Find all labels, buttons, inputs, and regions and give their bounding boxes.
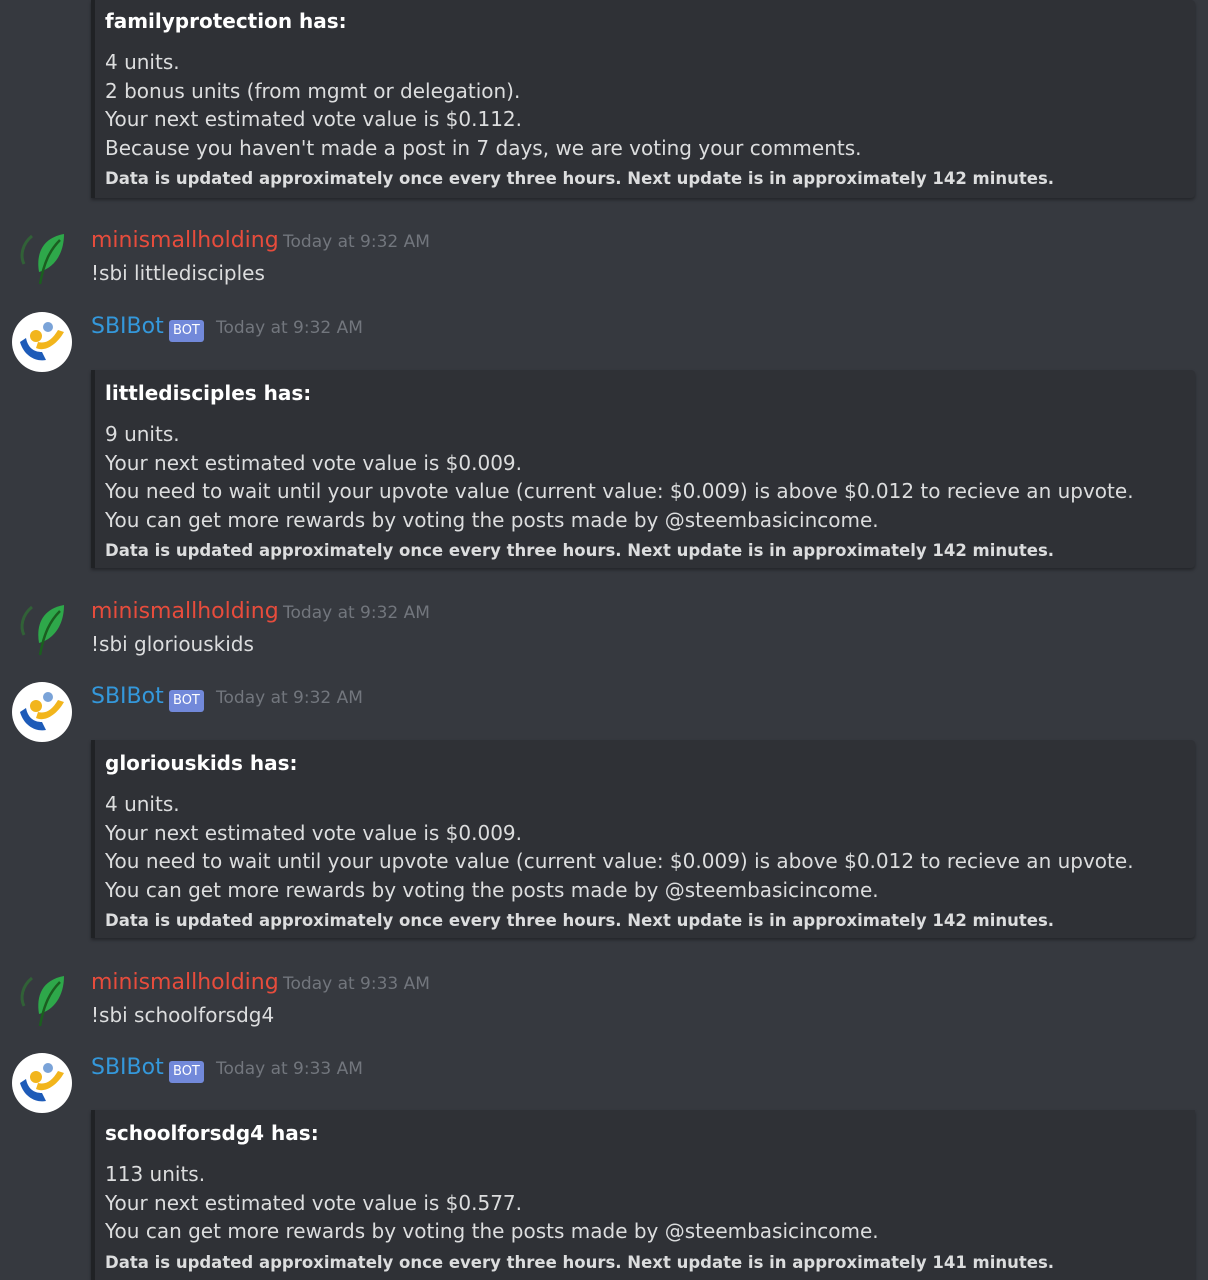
embed-card: familyprotection has: 4 units. 2 bonus u… [91, 0, 1195, 198]
leaf-icon [20, 976, 64, 1027]
embed-footer: Data is updated approximately once every… [105, 169, 1055, 188]
embed-card: gloriouskids has: 4 units. Your next est… [91, 740, 1195, 938]
chat-message: minismallholding Today at 9:32 AM !sbi g… [0, 597, 1208, 657]
sbi-hands-icon [12, 312, 72, 372]
embed-line: You can get more rewards by voting the p… [105, 507, 879, 532]
message-timestamp: Today at 9:33 AM [216, 1059, 363, 1079]
embed-line: Your next estimated vote value is $0.577… [105, 1190, 523, 1215]
embed-line: 4 units. [105, 792, 180, 816]
embed-line: You need to wait until your upvote value… [105, 479, 1134, 503]
embed-line: Your next estimated vote value is $0.112… [105, 107, 523, 131]
embed-description: 9 units. Your next estimated vote value … [105, 420, 1185, 534]
embed-description: 113 units. Your next estimated vote valu… [105, 1160, 1185, 1246]
embed-line: Because you haven't made a post in 7 day… [105, 135, 862, 160]
embed-line: You need to wait until your upvote value… [105, 849, 1134, 873]
avatar[interactable] [12, 226, 72, 286]
chat-message: minismallholding Today at 9:32 AM !sbi l… [0, 226, 1208, 286]
embed-title: littledisciples has: [105, 381, 312, 405]
embed-line: You can get more rewards by voting the p… [105, 1219, 879, 1243]
embed-description: 4 units. 2 bonus units (from mgmt or del… [105, 48, 1185, 162]
author-name[interactable]: SBIBot [91, 312, 164, 342]
leaf-icon [20, 605, 64, 656]
message-timestamp: Today at 9:32 AM [216, 318, 363, 338]
avatar[interactable] [12, 682, 72, 742]
message-content: !sbi schoolforsdg4 [91, 1003, 275, 1027]
embed-description: 4 units. Your next estimated vote value … [105, 790, 1185, 904]
avatar[interactable] [12, 968, 72, 1028]
embed-line: 9 units. [105, 422, 180, 446]
embed-line: Your next estimated vote value is $0.009… [105, 450, 523, 475]
bot-tag: BOT [169, 320, 204, 342]
author-name[interactable]: SBIBot [91, 682, 164, 712]
author-name[interactable]: minismallholding [91, 597, 279, 627]
embed-title: familyprotection has: [105, 9, 347, 33]
embed-line: 4 units. [105, 50, 180, 74]
embed-line: 113 units. [105, 1162, 206, 1186]
embed-card: littledisciples has: 9 units. Your next … [91, 370, 1195, 568]
embed-title: schoolforsdg4 has: [105, 1121, 319, 1145]
chat-message: minismallholding Today at 9:33 AM !sbi s… [0, 968, 1208, 1028]
message-timestamp: Today at 9:32 AM [283, 603, 430, 623]
embed-footer: Data is updated approximately once every… [105, 541, 1055, 560]
author-name[interactable]: SBIBot [91, 1053, 164, 1083]
embed-line: You can get more rewards by voting the p… [105, 877, 879, 902]
bot-tag: BOT [169, 690, 204, 712]
sbi-hands-icon [12, 682, 72, 742]
author-name[interactable]: minismallholding [91, 226, 279, 256]
chat-message: SBIBot BOT Today at 9:33 AM [0, 1053, 1208, 1113]
message-content: !sbi littledisciples [91, 261, 265, 285]
avatar[interactable] [12, 597, 72, 657]
message-timestamp: Today at 9:32 AM [283, 232, 430, 252]
message-timestamp: Today at 9:32 AM [216, 688, 363, 708]
avatar[interactable] [12, 1053, 72, 1113]
chat-message: SBIBot BOT Today at 9:32 AM [0, 682, 1208, 742]
embed-line: 2 bonus units (from mgmt or delegation). [105, 78, 521, 103]
embed-title: gloriouskids has: [105, 751, 298, 775]
embed-line: Your next estimated vote value is $0.009… [105, 820, 523, 845]
message-content: !sbi gloriouskids [91, 632, 254, 656]
leaf-icon [20, 234, 64, 285]
bot-tag: BOT [169, 1061, 204, 1083]
embed-footer: Data is updated approximately once every… [105, 911, 1055, 930]
avatar[interactable] [12, 312, 72, 372]
sbi-hands-icon [12, 1053, 72, 1113]
embed-footer: Data is updated approximately once every… [105, 1252, 1055, 1272]
embed-card: schoolforsdg4 has: 113 units. Your next … [91, 1110, 1195, 1280]
message-timestamp: Today at 9:33 AM [283, 974, 430, 994]
author-name[interactable]: minismallholding [91, 968, 279, 998]
chat-message: SBIBot BOT Today at 9:32 AM [0, 312, 1208, 372]
